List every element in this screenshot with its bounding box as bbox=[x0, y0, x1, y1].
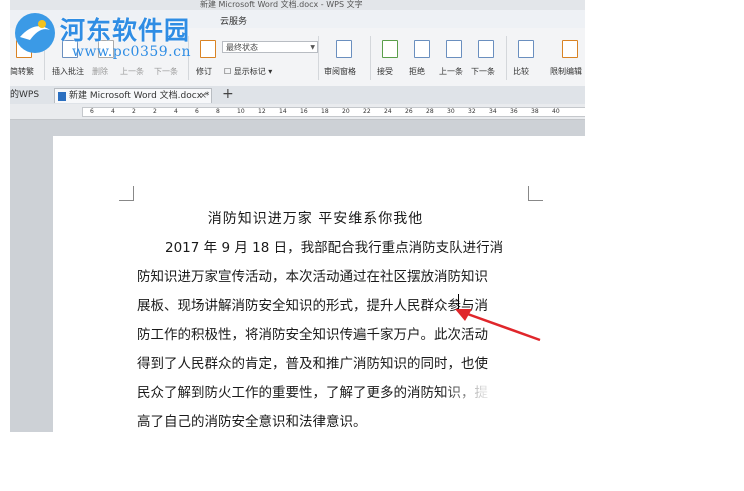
arrow-shaft bbox=[461, 310, 541, 342]
site-logo-icon bbox=[15, 13, 55, 53]
wps-window: 新建 Microsoft Word 文档.docx - WPS 文字 云服务 简… bbox=[10, 0, 585, 432]
watermark-title: 河东软件园 bbox=[60, 16, 191, 45]
watermark: 河东软件园 www.pc0359.cn bbox=[10, 10, 210, 70]
watermark-url: www.pc0359.cn bbox=[72, 44, 191, 60]
